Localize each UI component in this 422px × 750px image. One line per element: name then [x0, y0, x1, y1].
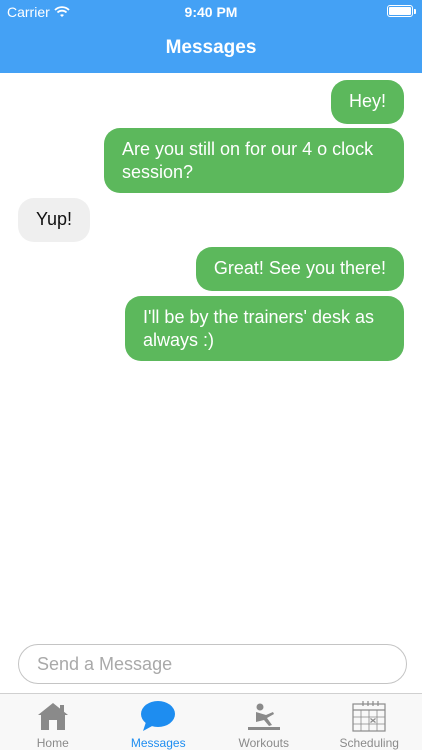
- tab-messages[interactable]: Messages: [106, 694, 212, 750]
- chat-bubble-icon: [141, 701, 176, 731]
- message-bubble-outgoing: I'll be by the trainers' desk as always …: [125, 296, 404, 361]
- status-bar: Carrier 9:40 PM: [0, 0, 422, 24]
- tab-workouts[interactable]: Workouts: [211, 694, 317, 750]
- message-bubble-outgoing: Great! See you there!: [195, 247, 404, 291]
- message-bubble-outgoing: Hey!: [330, 80, 404, 124]
- tab-label: Scheduling: [339, 736, 399, 750]
- tab-bar: Home Messages Workouts Scheduling: [0, 693, 422, 750]
- message-thread[interactable]: Hey! Are you still on for our 4 o clock …: [0, 73, 422, 643]
- tab-scheduling[interactable]: Scheduling: [317, 694, 422, 750]
- message-composer: [18, 644, 407, 684]
- send-message-input[interactable]: [19, 645, 406, 683]
- home-icon: [37, 703, 68, 730]
- page-title: Messages: [165, 37, 257, 58]
- message-bubble-outgoing: Are you still on for our 4 o clock sessi…: [104, 128, 404, 193]
- top-bar: Carrier 9:40 PM Messages: [0, 0, 422, 73]
- calendar-icon: [352, 701, 386, 732]
- tab-home[interactable]: Home: [0, 694, 106, 750]
- workout-icon: [247, 703, 280, 730]
- status-time: 9:40 PM: [184, 4, 238, 20]
- tab-label: Home: [36, 736, 69, 750]
- battery-icon: [387, 5, 416, 17]
- message-bubble-incoming: Yup!: [18, 198, 91, 242]
- tab-label: Messages: [130, 736, 186, 750]
- tab-label: Workouts: [238, 736, 289, 750]
